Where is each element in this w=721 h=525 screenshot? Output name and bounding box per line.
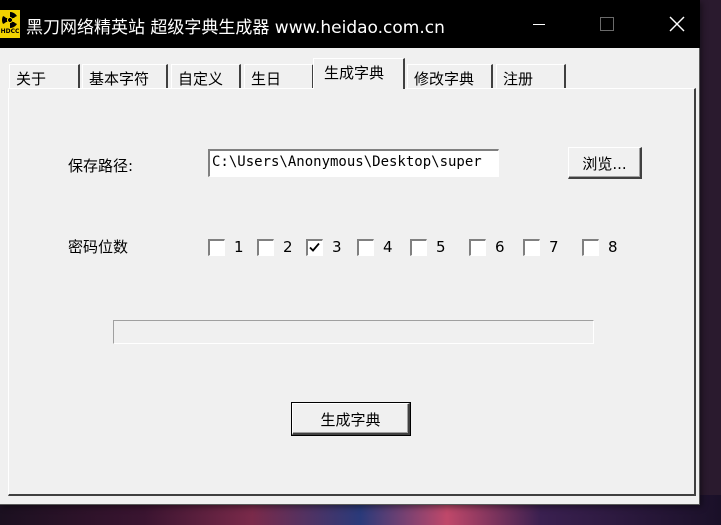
checkbox-label: 6 <box>495 238 505 256</box>
maximize-icon <box>600 17 614 31</box>
tab-basic-chars[interactable]: 基本字符 <box>82 64 168 88</box>
tab-custom[interactable]: 自定义 <box>171 64 241 88</box>
tab-strip: 关于 基本字符 自定义 生日 生成字典 修改字典 注册 <box>0 58 700 90</box>
checkbox-box[interactable] <box>469 238 486 256</box>
checkbox-label: 3 <box>332 238 342 256</box>
checkbox-label: 4 <box>383 238 393 256</box>
tab-modify-dict[interactable]: 修改字典 <box>407 64 493 88</box>
window-title: 黑刀网络精英站 超级字典生成器 www.heidao.com.cn <box>26 18 445 38</box>
title-bar[interactable]: HDCC 黑刀网络精英站 超级字典生成器 www.heidao.com.cn <box>0 0 700 48</box>
tab-generate-dict[interactable]: 生成字典 <box>313 58 405 89</box>
checkbox-label: 7 <box>549 238 559 256</box>
progress-bar <box>113 320 594 344</box>
digit-checkbox-4[interactable]: 4 <box>357 237 393 257</box>
checkbox-box[interactable] <box>582 238 599 256</box>
radiation-icon <box>2 12 18 28</box>
digit-checkbox-3[interactable]: 3 <box>306 237 342 257</box>
app-icon-text: HDCC <box>0 28 20 35</box>
digit-checkbox-1[interactable]: 1 <box>208 237 244 257</box>
minimize-button[interactable] <box>516 0 562 48</box>
checkbox-box[interactable] <box>410 238 427 256</box>
digit-checkbox-6[interactable]: 6 <box>469 237 505 257</box>
checkbox-box[interactable] <box>523 238 540 256</box>
checkbox-box[interactable] <box>306 238 323 256</box>
checkbox-label: 2 <box>283 238 293 256</box>
checkbox-label: 1 <box>234 238 244 256</box>
save-path-input[interactable]: C:\Users\Anonymous\Desktop\super <box>208 149 499 177</box>
digits-label: 密码位数 <box>68 238 129 256</box>
tab-register[interactable]: 注册 <box>496 64 566 88</box>
checkbox-box[interactable] <box>257 238 274 256</box>
digit-checkbox-8[interactable]: 8 <box>582 237 618 257</box>
digit-checkbox-7[interactable]: 7 <box>523 237 559 257</box>
save-path-label: 保存路径: <box>68 157 134 175</box>
browse-button[interactable]: 浏览... <box>568 147 642 179</box>
checkbox-box[interactable] <box>357 238 374 256</box>
checkbox-label: 5 <box>436 238 446 256</box>
minimize-icon <box>533 23 545 25</box>
digit-checkbox-5[interactable]: 5 <box>410 237 446 257</box>
generate-dictionary-button[interactable]: 生成字典 <box>291 402 411 436</box>
tab-about[interactable]: 关于 <box>9 64 80 88</box>
close-icon <box>669 16 685 32</box>
app-window: HDCC 黑刀网络精英站 超级字典生成器 www.heidao.com.cn 关… <box>0 0 700 505</box>
checkbox-box[interactable] <box>208 238 225 256</box>
digit-checkbox-2[interactable]: 2 <box>257 237 293 257</box>
tab-birthday[interactable]: 生日 <box>244 64 314 88</box>
app-icon: HDCC <box>0 10 20 38</box>
tab-panel: 保存路径: C:\Users\Anonymous\Desktop\super 浏… <box>8 88 696 496</box>
close-button[interactable] <box>654 0 700 48</box>
checkmark-icon <box>309 242 320 252</box>
checkbox-label: 8 <box>608 238 618 256</box>
maximize-button <box>584 0 630 48</box>
